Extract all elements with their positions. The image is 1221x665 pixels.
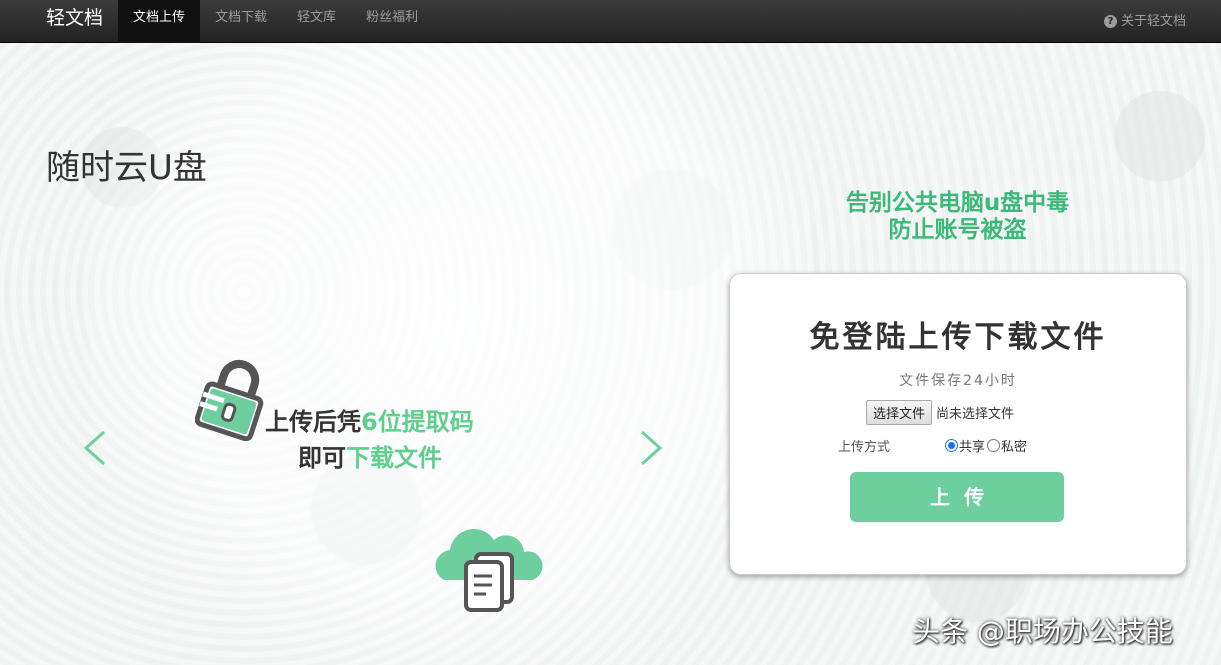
- caption-text: 上传后凭: [265, 408, 361, 436]
- file-picker: 选择文件 尚未选择文件: [866, 400, 1014, 425]
- radio-share-label[interactable]: 共享: [959, 436, 985, 455]
- file-status-text: 尚未选择文件: [936, 407, 1015, 422]
- caption-highlight: 下载文件: [346, 444, 442, 472]
- carousel-next-button[interactable]: [630, 428, 670, 468]
- carousel-prev-button[interactable]: [76, 428, 116, 468]
- chevron-right-icon: [641, 430, 663, 466]
- upload-card-title: 免登陆上传下载文件: [809, 320, 1107, 355]
- radio-share[interactable]: [945, 439, 958, 452]
- slogan-line1: 告别公共电脑u盘中毒: [845, 190, 1070, 216]
- upload-card-subtitle: 文件保存24小时: [899, 373, 1017, 389]
- caption-text: 即可: [298, 444, 346, 472]
- upload-mode-options: 共享 私密: [945, 436, 1027, 455]
- nav-download[interactable]: 文档下载: [200, 0, 282, 43]
- nav-about[interactable]: ? 关于轻文档: [1103, 0, 1186, 43]
- carousel-caption-line1: 上传后凭6位提取码: [265, 402, 474, 437]
- nav-library[interactable]: 轻文库: [282, 0, 351, 43]
- slogan-line2: 防止账号被盗: [888, 217, 1027, 243]
- nav-about-label: 关于轻文档: [1120, 13, 1186, 29]
- watermark: 头条 @职场办公技能: [912, 615, 1173, 648]
- radio-private-label[interactable]: 私密: [1001, 436, 1027, 455]
- top-navbar: 轻文档 文档上传 文档下载 轻文库 粉丝福利 ? 关于轻文档: [0, 0, 1221, 43]
- cloud-document-icon: [435, 528, 543, 612]
- caption-highlight: 6位提取码: [361, 408, 474, 436]
- brand-logo[interactable]: 轻文档: [0, 0, 118, 43]
- chevron-left-icon: [83, 430, 105, 466]
- upload-button[interactable]: 上传: [850, 472, 1064, 522]
- lock-icon: [195, 360, 264, 441]
- nav-fan-benefits[interactable]: 粉丝福利: [351, 0, 433, 43]
- page-title: 随时云U盘: [46, 148, 207, 188]
- choose-file-button[interactable]: 选择文件: [866, 400, 933, 425]
- nav-upload[interactable]: 文档上传: [118, 0, 201, 43]
- carousel-caption-line2: 即可下载文件: [298, 438, 442, 473]
- upload-card: 免登陆上传下载文件 文件保存24小时 选择文件 尚未选择文件 上传方式 共享 私…: [729, 273, 1187, 575]
- question-circle-icon: ?: [1103, 15, 1117, 28]
- upload-mode-label: 上传方式: [838, 440, 891, 455]
- radio-private[interactable]: [987, 439, 1001, 452]
- slogan: 告别公共电脑u盘中毒 防止账号被盗: [800, 190, 1115, 244]
